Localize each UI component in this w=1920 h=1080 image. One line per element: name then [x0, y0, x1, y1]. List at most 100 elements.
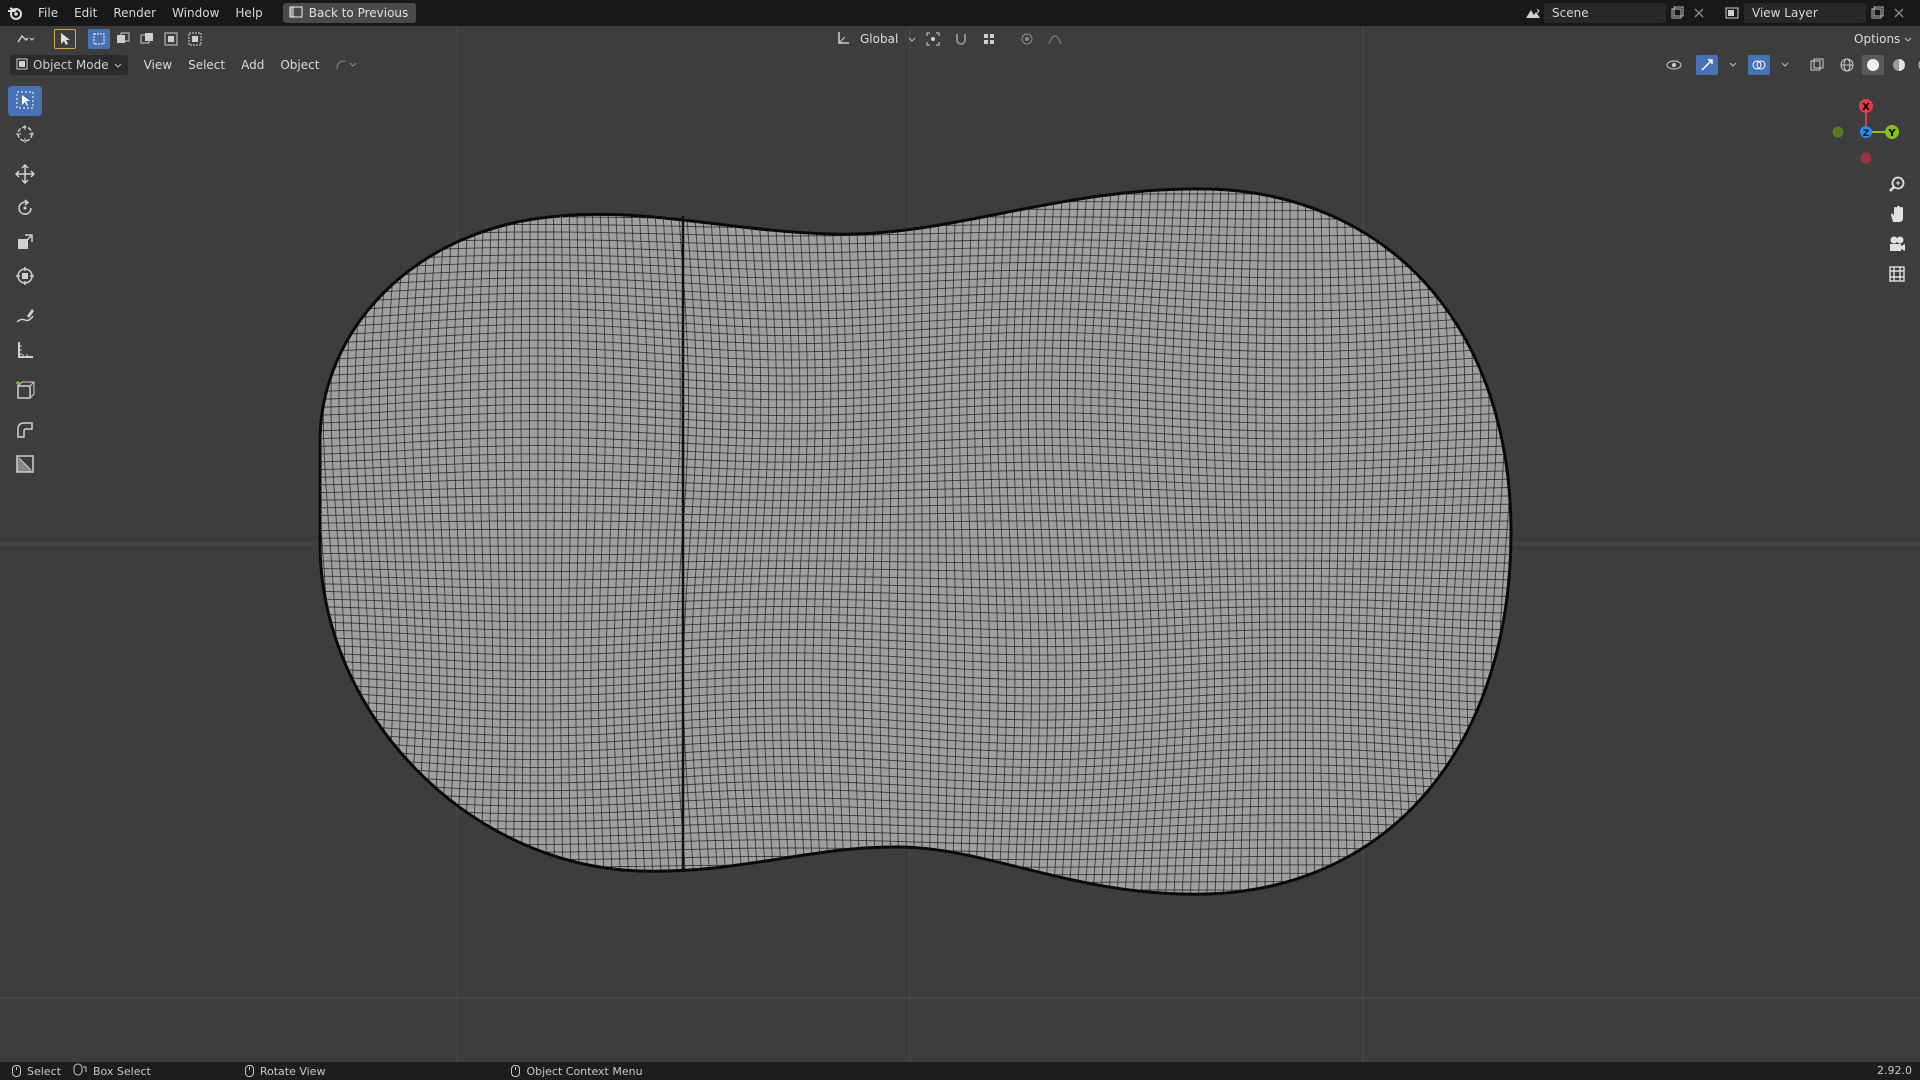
scene-name-field[interactable]: Scene — [1544, 3, 1666, 23]
select-invert-icon[interactable] — [160, 29, 182, 49]
xray-toggle-icon[interactable] — [1806, 55, 1828, 75]
new-view-layer-icon[interactable] — [1866, 3, 1888, 23]
viewport-display-group — [1664, 55, 1920, 75]
visibility-eye-icon[interactable] — [1664, 55, 1686, 75]
move-icon — [14, 163, 36, 187]
blender-logo-icon[interactable] — [0, 0, 30, 26]
mouse-right-icon — [511, 1065, 521, 1077]
orientation-label: Global — [860, 32, 899, 46]
axis-neg-y-icon[interactable] — [1832, 126, 1844, 138]
tweak-tool-icon[interactable] — [54, 29, 76, 49]
transform-icon — [15, 266, 35, 289]
back-to-previous-button[interactable]: Back to Previous — [282, 3, 417, 23]
mouse-middle-icon — [244, 1065, 254, 1077]
screen-icon — [289, 5, 303, 21]
chevron-down-icon — [1904, 29, 1912, 49]
shading-material-icon[interactable] — [1888, 55, 1910, 75]
menu-window[interactable]: Window — [164, 0, 227, 26]
top-menu-bar: File Edit Render Window Help Back to Pre… — [0, 0, 1920, 26]
tool-select-box[interactable] — [8, 86, 42, 116]
curve-dropdown-icon[interactable] — [331, 55, 361, 75]
menu-object[interactable]: Object — [274, 55, 325, 75]
pivot-point-icon[interactable] — [922, 29, 944, 49]
annotate-icon — [15, 306, 35, 329]
viewport-header: Object Mode View Select Add Object — [0, 52, 1920, 78]
pivot-snap-group — [922, 29, 1066, 49]
3d-viewport[interactable]: Global Options Object Mode View Select A… — [0, 26, 1920, 1062]
tool-header: Global Options — [0, 26, 1920, 52]
wire-line — [545, 188, 547, 895]
status-select-label: Select — [27, 1064, 61, 1078]
menu-view[interactable]: View — [138, 55, 178, 75]
select-intersect-icon[interactable] — [184, 29, 206, 49]
select-box-icon — [16, 91, 34, 112]
shading-solid-icon[interactable] — [1862, 55, 1884, 75]
tool-bevel[interactable] — [8, 450, 42, 480]
zoom-icon — [1888, 175, 1906, 196]
menu-select[interactable]: Select — [182, 55, 231, 75]
scene-icon[interactable] — [1522, 3, 1544, 23]
tool-add-cube[interactable] — [8, 376, 42, 406]
transform-orientation[interactable]: Global — [836, 29, 916, 49]
tool-scale[interactable] — [8, 228, 42, 258]
select-subtract-icon[interactable] — [136, 29, 158, 49]
overlays-toggle-icon[interactable] — [1748, 55, 1770, 75]
proportional-edit-icon[interactable] — [1016, 29, 1038, 49]
orientation-icon — [836, 31, 850, 48]
tool-annotate[interactable] — [8, 302, 42, 332]
snap-increment-icon[interactable] — [978, 29, 1000, 49]
axis-x-label: X — [1862, 102, 1870, 113]
extrude-icon — [15, 420, 35, 443]
select-extend-icon[interactable] — [112, 29, 134, 49]
options-dropdown[interactable]: Options — [1848, 29, 1918, 49]
scene-selector: Scene — [1522, 3, 1710, 23]
chevron-down-icon — [114, 58, 122, 72]
zoom-button[interactable] — [1882, 170, 1912, 200]
chevron-down-icon[interactable] — [1722, 55, 1744, 75]
camera-icon — [1888, 235, 1906, 256]
menu-edit[interactable]: Edit — [66, 0, 105, 26]
mouse-drag-icon — [73, 1063, 87, 1079]
tool-measure[interactable] — [8, 336, 42, 366]
editor-type-icon[interactable] — [12, 29, 40, 49]
shading-rendered-icon[interactable] — [1914, 55, 1920, 75]
hand-icon — [1888, 205, 1906, 226]
view-layer-icon[interactable] — [1722, 3, 1744, 23]
tool-move[interactable] — [8, 160, 42, 190]
scale-icon — [15, 232, 35, 255]
measure-icon — [15, 340, 35, 363]
menu-render[interactable]: Render — [105, 0, 164, 26]
axis-z-label: Z — [1863, 129, 1870, 139]
shading-wireframe-icon[interactable] — [1836, 55, 1858, 75]
selection-mode-group — [88, 29, 206, 49]
ortho-toggle-button[interactable] — [1882, 260, 1912, 290]
close-scene-icon[interactable] — [1688, 3, 1710, 23]
menu-add[interactable]: Add — [235, 55, 270, 75]
pan-button[interactable] — [1882, 200, 1912, 230]
tool-extrude[interactable] — [8, 416, 42, 446]
cursor-icon — [15, 124, 35, 147]
tool-cursor[interactable] — [8, 120, 42, 150]
tool-transform[interactable] — [8, 262, 42, 292]
status-rotate-view-label: Rotate View — [259, 1064, 326, 1078]
falloff-curve-icon[interactable] — [1044, 29, 1066, 49]
menu-file[interactable]: File — [30, 0, 66, 26]
gizmo-toggle-icon[interactable] — [1696, 55, 1718, 75]
status-context-menu: Object Context Menu — [511, 1064, 643, 1078]
snap-magnet-icon[interactable] — [950, 29, 972, 49]
menu-help[interactable]: Help — [227, 0, 270, 26]
status-context-menu-label: Object Context Menu — [526, 1064, 643, 1078]
new-scene-icon[interactable] — [1666, 3, 1688, 23]
view-layer-name-field[interactable]: View Layer — [1744, 3, 1866, 23]
close-view-layer-icon[interactable] — [1888, 3, 1910, 23]
object-mode-dropdown[interactable]: Object Mode — [10, 55, 128, 75]
chevron-down-icon[interactable] — [1774, 55, 1796, 75]
select-new-icon[interactable] — [88, 29, 110, 49]
camera-view-button[interactable] — [1882, 230, 1912, 260]
viewport-canvas[interactable] — [0, 26, 1920, 1062]
tool-rotate[interactable] — [8, 194, 42, 224]
axis-neg-x-icon[interactable] — [1860, 152, 1872, 164]
bevel-icon — [15, 454, 35, 477]
status-select: Select — [12, 1065, 61, 1078]
tool-shelf — [8, 86, 42, 484]
